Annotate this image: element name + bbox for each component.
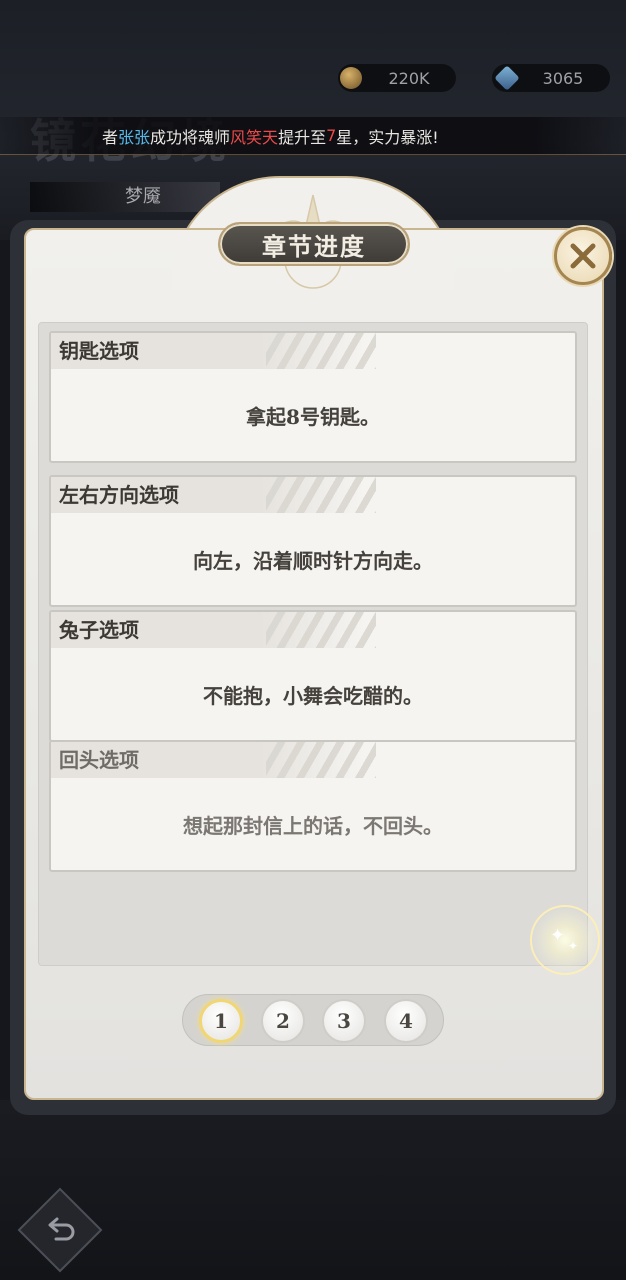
gem-counter[interactable]: 3065: [492, 64, 610, 92]
broadcast-text: 成功将魂师: [150, 127, 231, 147]
broadcast-player-name: 张张: [118, 127, 151, 147]
gem-value: 3065: [542, 68, 584, 88]
panel-title: 章节进度: [218, 222, 410, 266]
gold-value: 220K: [388, 68, 430, 88]
option-text: 想起那封信上的话，不回头。: [183, 813, 443, 838]
option-card: 回头选项 想起那封信上的话，不回头。: [49, 740, 577, 872]
option-card: 左右方向选项 向左，沿着顺时针方向走。: [49, 475, 577, 607]
broadcast-text-2: 提升至: [278, 127, 327, 147]
page-button-1[interactable]: 1: [199, 999, 243, 1043]
broadcast-prefix: 者: [102, 127, 119, 147]
gold-coin-icon: [340, 67, 362, 89]
page-selector: 1 2 3 4: [182, 994, 444, 1046]
option-title: 兔子选项: [59, 618, 139, 642]
option-card: 兔子选项 不能抱，小舞会吃醋的。: [49, 610, 577, 742]
option-text: 不能抱，小舞会吃醋的。: [203, 683, 423, 708]
broadcast-hero-name: 风笑天: [230, 127, 279, 147]
page-button-3[interactable]: 3: [322, 999, 366, 1043]
close-button[interactable]: [554, 227, 612, 285]
gold-counter[interactable]: 220K: [338, 64, 456, 92]
page-button-4[interactable]: 4: [384, 999, 428, 1043]
back-arrow-icon: [48, 1217, 75, 1241]
page-button-2[interactable]: 2: [261, 999, 305, 1043]
broadcast-banner: 者张张 成功将魂师 风笑天 提升至 7 星，实力暴涨!: [0, 117, 626, 155]
option-title: 回头选项: [59, 748, 139, 772]
sparkle-effect-icon[interactable]: ✦ ✦: [530, 905, 600, 975]
option-text: 向左，沿着顺时针方向走。: [193, 548, 433, 573]
option-card: 钥匙选项 拿起8号钥匙。: [49, 331, 577, 463]
background-bottom: [0, 1100, 626, 1280]
background-chapter-subtitle: 梦魇: [30, 182, 220, 212]
broadcast-star-count: 7: [326, 126, 337, 145]
option-title: 钥匙选项: [59, 339, 139, 363]
option-title: 左右方向选项: [59, 483, 179, 507]
close-icon: [570, 243, 596, 269]
broadcast-suffix: 星，实力暴涨!: [336, 127, 439, 147]
option-text: 拿起8号钥匙。: [246, 404, 380, 429]
